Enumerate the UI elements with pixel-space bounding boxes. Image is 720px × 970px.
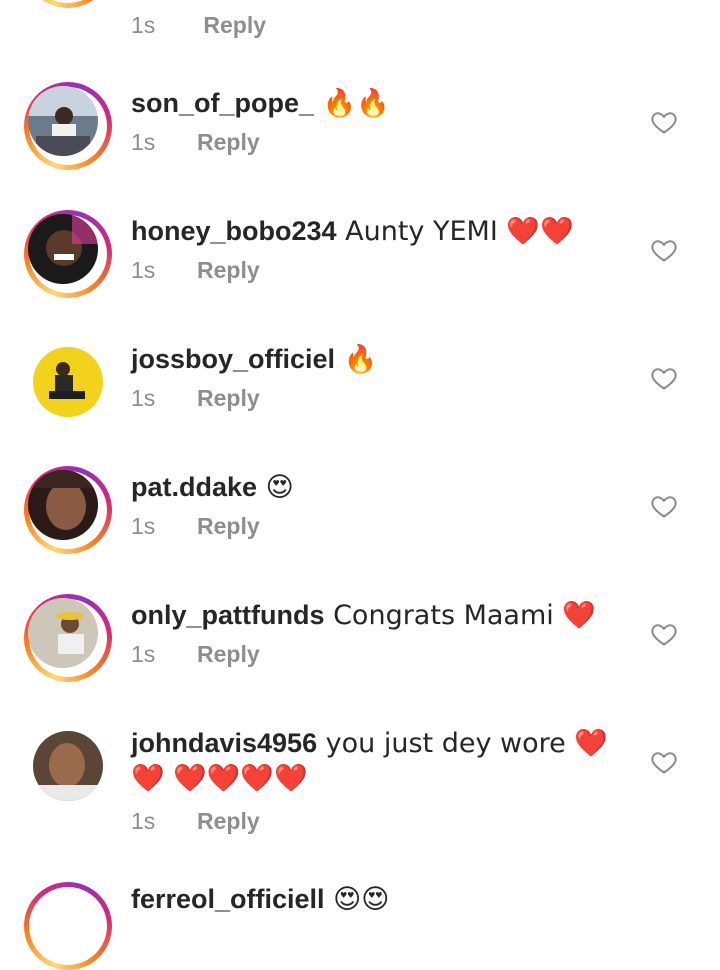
avatar[interactable] [24, 594, 112, 682]
reply-button[interactable]: Reply [197, 385, 260, 411]
like-button[interactable] [650, 364, 678, 392]
comment-meta: 1s Reply [131, 513, 621, 540]
like-button[interactable] [650, 236, 678, 264]
reply-button[interactable]: Reply [197, 257, 260, 283]
comment-meta: 1s Reply [131, 12, 266, 39]
comment-time: 1s [131, 808, 156, 834]
heart-outline-icon [651, 112, 677, 134]
comment-time: 1s [131, 12, 156, 38]
like-button[interactable] [650, 108, 678, 136]
comment-username[interactable]: johndavis4956 [131, 728, 317, 758]
comment-time: 1s [131, 257, 156, 283]
avatar[interactable] [24, 722, 112, 810]
like-button[interactable] [650, 748, 678, 776]
comment-text: 🔥🔥 [314, 88, 390, 119]
comment-text: Aunty YEMI ❤️❤️ [336, 216, 574, 247]
comment-text: 😍 [257, 472, 294, 503]
comment-meta: 1s Reply [131, 257, 621, 284]
reply-button[interactable]: Reply [197, 513, 260, 539]
comment-time: 1s [131, 129, 156, 155]
avatar[interactable] [24, 466, 112, 554]
comment-time: 1s [131, 513, 156, 539]
comment-text: 🔥 [335, 344, 378, 375]
comment-meta: 1s Reply [131, 129, 621, 156]
comment-time: 1s [131, 385, 156, 411]
avatar[interactable] [24, 0, 112, 8]
heart-outline-icon [651, 368, 677, 390]
comment-meta: 1s Reply [131, 808, 631, 835]
comment-text: Congrats Maami ❤️ [324, 600, 596, 631]
comment-username[interactable]: only_pattfunds [131, 600, 325, 630]
comment-username[interactable]: son_of_pope_ [131, 88, 314, 118]
heart-outline-icon [651, 240, 677, 262]
comment-text: 😍😍 [324, 884, 390, 915]
comment-time: 1s [131, 641, 156, 667]
reply-button[interactable]: Reply [197, 129, 260, 155]
avatar[interactable] [24, 82, 112, 170]
reply-button[interactable]: Reply [197, 641, 260, 667]
avatar[interactable] [24, 210, 112, 298]
heart-outline-icon [651, 624, 677, 646]
like-button[interactable] [650, 620, 678, 648]
comment-username[interactable]: ferreol_officiell [131, 884, 325, 914]
heart-outline-icon [651, 496, 677, 518]
avatar[interactable] [24, 338, 112, 426]
avatar[interactable] [24, 882, 112, 970]
comment-username[interactable]: honey_bobo234 [131, 216, 337, 246]
heart-outline-icon [651, 752, 677, 774]
comment-username[interactable]: pat.ddake [131, 472, 257, 502]
like-button[interactable] [650, 492, 678, 520]
comment-username[interactable]: jossboy_officiel [131, 344, 335, 374]
comment-meta: 1s Reply [131, 385, 621, 412]
comment-meta: 1s Reply [131, 641, 621, 668]
reply-button[interactable]: Reply [197, 808, 260, 834]
reply-button[interactable]: Reply [203, 12, 266, 38]
